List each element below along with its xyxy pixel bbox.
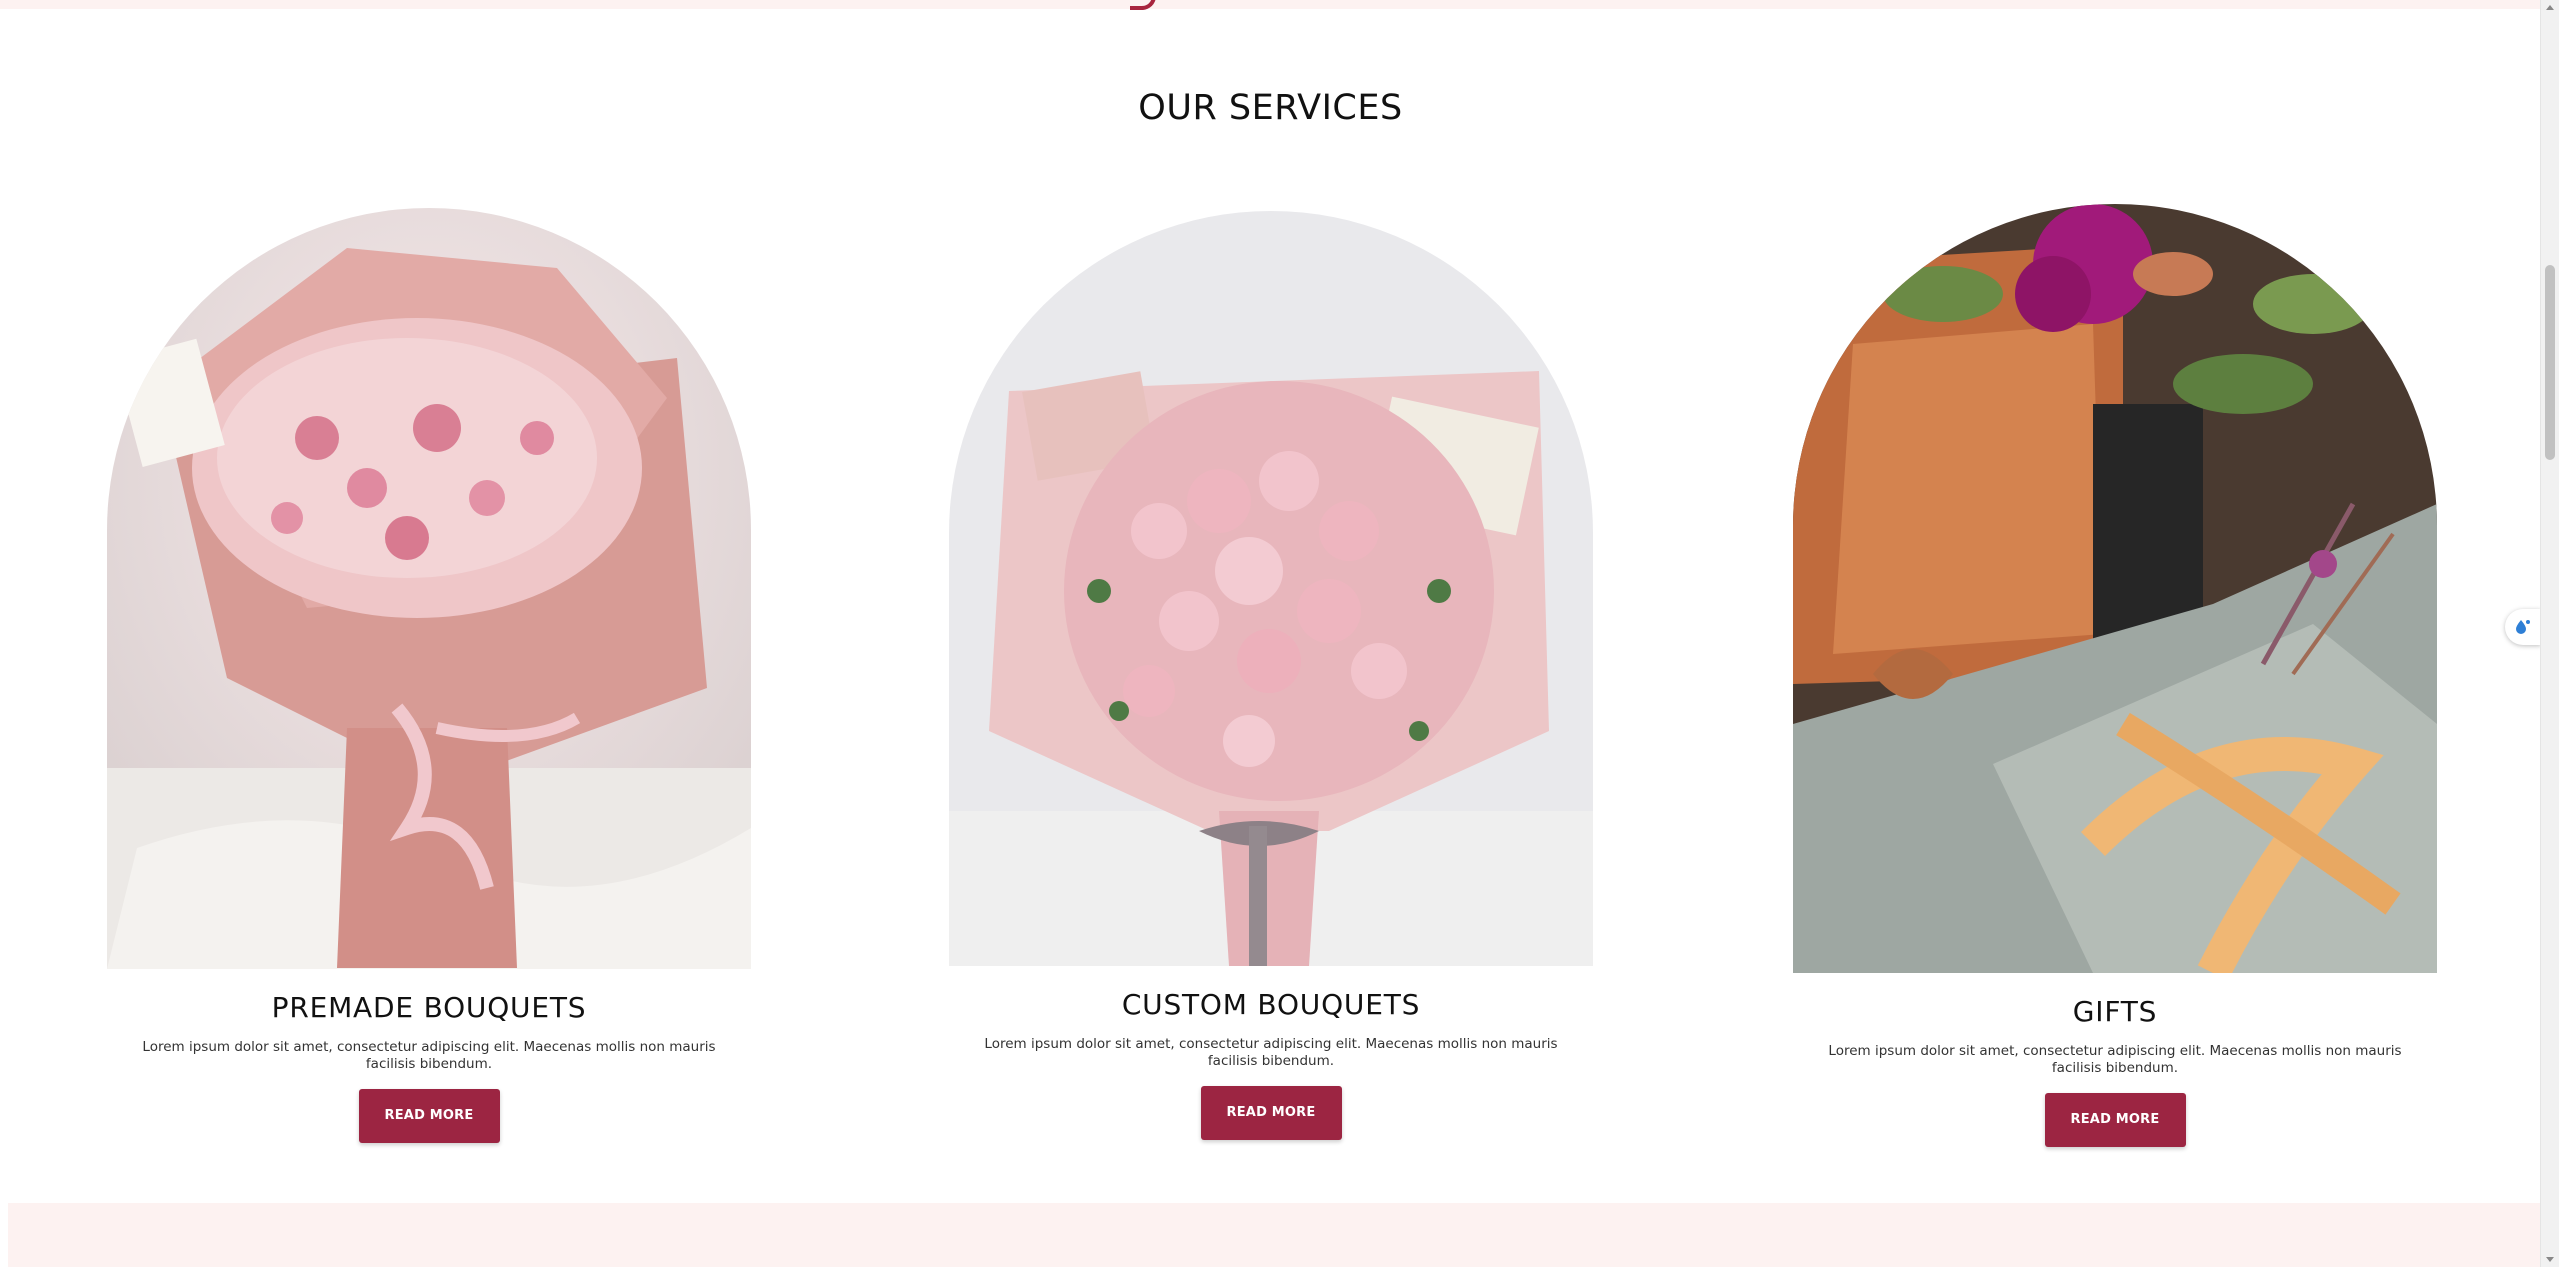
read-more-button[interactable]: READ MORE: [358, 1089, 500, 1143]
read-more-button[interactable]: READ MORE: [1200, 1086, 1342, 1140]
water-drop-icon: [2516, 620, 2530, 634]
top-section-band: [0, 0, 2541, 10]
service-title: PREMADE BOUQUETS: [271, 991, 587, 1024]
accessibility-widget[interactable]: [2505, 609, 2541, 645]
service-description: Lorem ipsum dolor sit amet, consectetur …: [142, 1039, 716, 1072]
decorative-flourish: [1130, 0, 1156, 10]
read-more-button[interactable]: READ MORE: [2044, 1093, 2186, 1147]
scroll-up-arrow-icon[interactable]: [2546, 5, 2554, 10]
service-description: Lorem ipsum dolor sit amet, consectetur …: [984, 1036, 1558, 1069]
service-title: CUSTOM BOUQUETS: [1121, 988, 1421, 1021]
service-card-gifts: GIFTS Lorem ipsum dolor sit amet, consec…: [1793, 204, 2437, 1147]
scroll-down-arrow-icon[interactable]: [2546, 1257, 2554, 1262]
service-description: Lorem ipsum dolor sit amet, consectetur …: [1828, 1043, 2402, 1076]
service-card-premade: PREMADE BOUQUETS Lorem ipsum dolor sit a…: [107, 208, 751, 1143]
page-scrollbar[interactable]: [2540, 0, 2559, 1267]
scrollbar-thumb[interactable]: [2545, 265, 2555, 460]
service-title: GIFTS: [2072, 995, 2158, 1028]
service-image-gifts: [1793, 204, 2437, 973]
service-card-custom: CUSTOM BOUQUETS Lorem ipsum dolor sit am…: [949, 211, 1593, 1140]
section-title: OUR SERVICES: [1138, 88, 1403, 128]
next-section-band: [8, 1203, 2541, 1267]
service-image-premade: [107, 208, 751, 969]
service-image-custom: [949, 211, 1593, 966]
